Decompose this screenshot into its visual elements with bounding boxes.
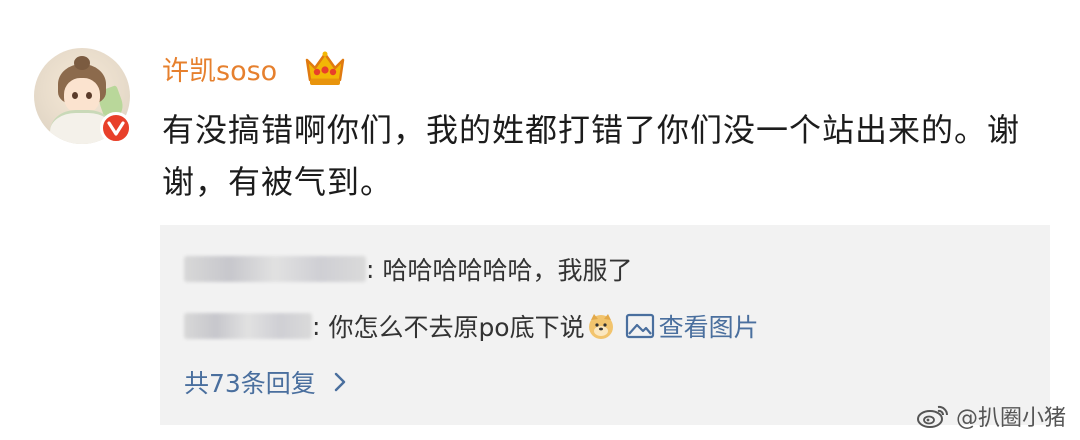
reply-author-blurred[interactable] <box>184 256 366 282</box>
reply-author-blurred[interactable] <box>184 313 312 339</box>
reply-item: : 你怎么不去原po底下说 查看图片 <box>184 308 759 344</box>
reply-text: 你怎么不去原po底下说 <box>328 313 585 342</box>
reply-colon: : <box>366 254 375 284</box>
picture-icon <box>625 313 654 339</box>
verified-icon <box>100 112 132 144</box>
reply-preview[interactable]: : 哈哈哈哈哈哈，我服了 : 你怎么不去原po底下说 查看图片 共73条回复 <box>160 225 1050 425</box>
avatar[interactable] <box>34 48 132 144</box>
post-text: 有没搞错啊你们，我的姓都打错了你们没一个站出来的。谢谢，有被气到。 <box>162 111 1021 201</box>
username[interactable]: 许凯soso <box>162 52 277 92</box>
weibo-logo-icon <box>916 405 948 428</box>
view-image-label: 查看图片 <box>658 313 759 342</box>
watermark-text: @扒圈小猪 <box>955 406 1066 431</box>
view-all-replies-link[interactable]: 共73条回复 <box>184 364 348 400</box>
crown-icon <box>305 51 345 85</box>
doge-emoji-icon <box>588 314 613 339</box>
view-image-link[interactable]: 查看图片 <box>625 308 759 344</box>
reply-text: 哈哈哈哈哈哈，我服了 <box>382 256 633 285</box>
reply-item: : 哈哈哈哈哈哈，我服了 <box>184 251 632 287</box>
reply-colon: : <box>312 311 321 341</box>
total-replies-label: 共73条回复 <box>184 369 316 398</box>
chevron-right-icon <box>334 372 346 392</box>
watermark: @扒圈小猪 <box>916 400 1066 432</box>
